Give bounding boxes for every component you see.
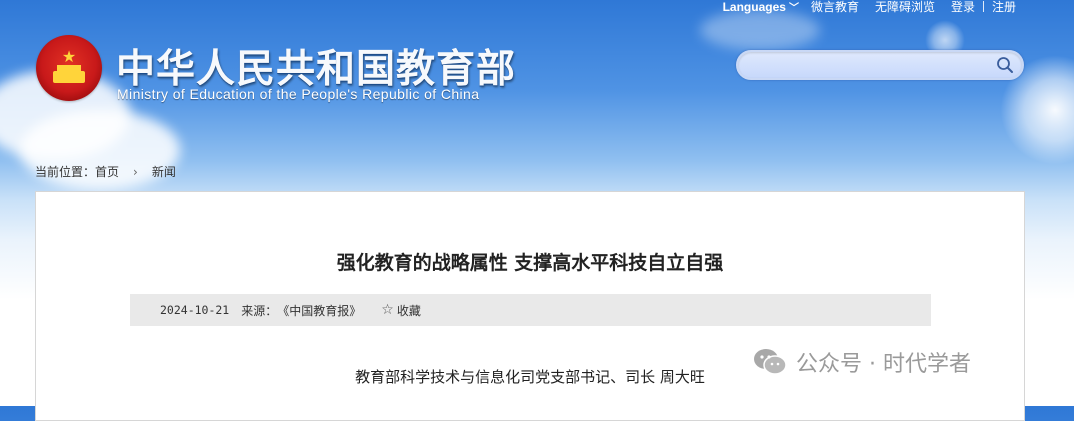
breadcrumb-home-link[interactable]: 首页 (95, 163, 119, 180)
star-outline-icon: ☆ (381, 302, 394, 318)
wechat-icon (754, 349, 787, 375)
gate-icon (53, 65, 85, 83)
accessible-browsing-link[interactable]: 无障碍浏览 (867, 0, 943, 15)
site-title-english[interactable]: Ministry of Education of the People's Re… (117, 86, 479, 102)
favorite-label: 收藏 (396, 303, 421, 318)
favorite-button[interactable]: ☆ 收藏 (381, 302, 421, 319)
star-icon: ★ (61, 47, 77, 66)
chevron-right-icon: › (133, 164, 138, 179)
cloud-decoration (700, 10, 820, 50)
article-meta-bar: 2024-10-21 来源： 《中国教育报》 ☆ 收藏 (130, 294, 931, 326)
national-emblem-logo[interactable]: ★ (36, 35, 102, 101)
article-container: 强化教育的战略属性 支撑高水平科技自立自强 2024-10-21 来源： 《中国… (35, 191, 1025, 421)
weibo-link[interactable]: 微言教育 (803, 0, 867, 15)
chevron-down-icon: ﹀ (788, 2, 799, 14)
watermark-text: 公众号 · 时代学者 (796, 352, 971, 377)
top-utility-bar: Languages ﹀ 微言教育 无障碍浏览 登录 注册 (715, 0, 1024, 14)
search-box (736, 50, 1024, 80)
search-input[interactable] (748, 55, 992, 77)
register-link[interactable]: 注册 (984, 0, 1024, 15)
wechat-watermark: 公众号 · 时代学者 (752, 346, 971, 378)
divider (982, 0, 984, 12)
search-icon[interactable] (996, 56, 1014, 74)
languages-label: Languages (722, 0, 786, 14)
breadcrumb-news-link[interactable]: 新闻 (152, 163, 176, 180)
publish-date: 2024-10-21 (160, 303, 230, 317)
languages-dropdown[interactable]: Languages ﹀ (715, 0, 803, 14)
breadcrumb-label: 当前位置： (35, 165, 96, 179)
article-title: 强化教育的战略属性 支撑高水平科技自立自强 (336, 252, 724, 274)
source-label: 来源： (241, 303, 278, 318)
login-link[interactable]: 登录 (943, 0, 983, 15)
breadcrumb: 当前位置： 首页 › 新闻 (35, 163, 176, 180)
source-name: 《中国教育报》 (277, 303, 362, 318)
